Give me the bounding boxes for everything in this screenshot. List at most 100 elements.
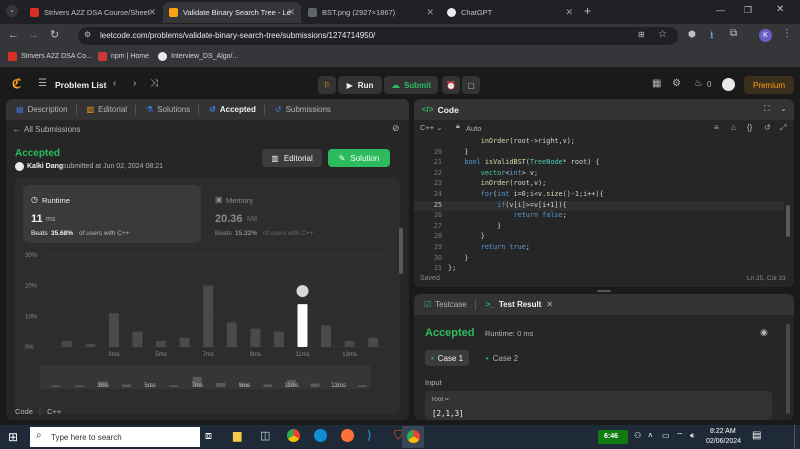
bar[interactable] bbox=[61, 340, 72, 347]
code-line[interactable]: 26 return false; bbox=[414, 211, 784, 222]
bar[interactable] bbox=[368, 337, 379, 347]
auto-mode-label[interactable]: Auto bbox=[466, 124, 481, 133]
back-arrow-icon[interactable]: ← bbox=[12, 124, 21, 134]
task-view-icon[interactable]: ⧈ bbox=[205, 430, 212, 443]
debug-button[interactable]: ⚐ bbox=[318, 76, 336, 94]
code-line[interactable]: 28 } bbox=[414, 232, 784, 243]
braces-icon[interactable]: {} bbox=[747, 123, 752, 132]
shuffle-icon[interactable]: ⤨ bbox=[150, 78, 158, 89]
editorial-button[interactable]: ▥ Editorial bbox=[262, 149, 322, 167]
leetcode-logo-icon[interactable]: ℭ bbox=[12, 76, 21, 92]
forward-icon[interactable]: → bbox=[28, 29, 39, 41]
battery-widget[interactable]: 6:46 bbox=[598, 430, 628, 444]
case-2-tab[interactable]: • Case 2 bbox=[480, 350, 524, 366]
memory-card[interactable]: ▣ Memory 20.36 MB Beats 15.32% of users … bbox=[207, 185, 387, 243]
bookmark-item[interactable]: Interview_DS_Algo/... bbox=[158, 52, 238, 61]
download-icon[interactable]: ⭳ bbox=[710, 28, 714, 45]
streak-fire-icon[interactable]: ♨ bbox=[694, 78, 703, 89]
browser-tab[interactable]: Strivers A2Z DSA Course/Sheet ✕ bbox=[24, 2, 162, 23]
people-icon[interactable]: ⚇ bbox=[634, 431, 641, 440]
reload-icon[interactable]: ↻ bbox=[50, 28, 59, 41]
bar[interactable] bbox=[203, 285, 214, 347]
submit-button[interactable]: ☁ Submit bbox=[384, 76, 438, 94]
minimize-icon[interactable]: — bbox=[716, 5, 725, 15]
username[interactable]: Kalki Dang bbox=[27, 163, 63, 170]
tab-editorial[interactable]: ▥ Editorial bbox=[87, 105, 127, 114]
code-line[interactable]: 29 return true; bbox=[414, 243, 784, 254]
restore-icon[interactable]: ❐ bbox=[744, 5, 752, 16]
run-button[interactable]: ▶ Run bbox=[338, 76, 382, 94]
timer-button[interactable]: ⏰ bbox=[442, 76, 460, 94]
layout-icon[interactable]: ▦ bbox=[652, 78, 661, 89]
file-explorer-icon[interactable]: ▆ bbox=[233, 429, 241, 442]
code-line[interactable]: 24 for(int i=0;i<v.size()-1;i++){ bbox=[414, 190, 784, 201]
bar[interactable] bbox=[85, 343, 96, 347]
notes-button[interactable]: ▢ bbox=[462, 76, 480, 94]
notification-icon[interactable]: ▤ bbox=[752, 430, 761, 441]
extension-icon[interactable]: ⬢ bbox=[688, 29, 696, 40]
close-tab-icon[interactable]: ✕ bbox=[546, 300, 553, 309]
language-select[interactable]: C++ ⌄ bbox=[420, 123, 443, 132]
prev-problem-icon[interactable]: ‹ bbox=[113, 78, 116, 89]
close-window-icon[interactable]: ✕ bbox=[776, 4, 784, 15]
case-1-tab[interactable]: • Case 1 bbox=[425, 350, 469, 366]
translate-icon[interactable]: ⊞ bbox=[638, 30, 645, 39]
bar[interactable] bbox=[321, 325, 332, 347]
close-tab-icon[interactable]: ✕ bbox=[426, 7, 434, 18]
collapse-icon[interactable]: ⌄ bbox=[780, 104, 787, 113]
problem-list-icon[interactable]: ☰ bbox=[38, 78, 47, 89]
bookmark-item[interactable]: npm | Home bbox=[98, 52, 149, 61]
next-problem-icon[interactable]: › bbox=[133, 78, 136, 89]
problem-list-link[interactable]: Problem List bbox=[55, 80, 106, 90]
windows-start-icon[interactable]: ⊞ bbox=[8, 430, 18, 444]
bar[interactable] bbox=[179, 337, 190, 347]
bookmark-icon[interactable]: ⌂ bbox=[731, 123, 736, 132]
settings-gear-icon[interactable]: ⚙ bbox=[672, 78, 681, 89]
code-line[interactable]: 21 bool isValidBST(TreeNode* root) { bbox=[414, 158, 784, 169]
solution-button[interactable]: ✎ Solution bbox=[328, 149, 390, 167]
bar-highlighted[interactable] bbox=[297, 304, 308, 347]
menu-kebab-icon[interactable]: ⋮ bbox=[782, 28, 792, 39]
bar[interactable] bbox=[108, 313, 119, 347]
code-line[interactable]: 30 } bbox=[414, 254, 784, 265]
new-tab-icon[interactable]: + bbox=[584, 4, 591, 18]
editor-scrollbar[interactable] bbox=[786, 205, 790, 237]
format-icon[interactable]: ≡ bbox=[714, 123, 719, 132]
firefox-icon[interactable] bbox=[341, 429, 354, 442]
close-tab-icon[interactable]: ✕ bbox=[148, 7, 156, 18]
close-tab-icon[interactable]: ✕ bbox=[287, 7, 295, 18]
eye-icon[interactable]: ◉ bbox=[760, 327, 768, 338]
runtime-range-selector[interactable]: 3ms 5ms 7ms 9ms 11ms 13ms bbox=[40, 365, 370, 389]
tab-accepted[interactable]: ↺ Accepted bbox=[209, 105, 256, 114]
share-link-icon[interactable]: ⊘ bbox=[392, 123, 400, 134]
chrome-active-icon[interactable] bbox=[402, 426, 424, 448]
tab-submissions[interactable]: ↺ Submissions bbox=[275, 105, 331, 114]
tab-testcase[interactable]: ☑ Testcase bbox=[424, 300, 467, 309]
code-area[interactable]: inOrder(root->right,v); 20 } 21 bool isVal… bbox=[414, 137, 784, 272]
fullscreen-icon[interactable]: ⤢ bbox=[780, 123, 786, 133]
address-bar[interactable]: ⚙ leetcode.com/problems/validate-binary-… bbox=[78, 27, 678, 45]
bar[interactable] bbox=[226, 322, 237, 347]
browser-tab[interactable]: ChatGPT ✕ bbox=[441, 2, 579, 23]
code-line[interactable]: 23 inOrder(root,v); bbox=[414, 179, 784, 190]
edge-icon[interactable] bbox=[314, 429, 327, 442]
code-line[interactable]: 20 } bbox=[414, 148, 784, 159]
browser-tab-active[interactable]: Validate Binary Search Tree - Le ✕ bbox=[163, 2, 301, 23]
code-line[interactable]: inOrder(root->right,v); bbox=[414, 137, 784, 148]
profile-avatar[interactable]: K bbox=[759, 29, 772, 42]
vscode-icon[interactable]: ⟩ bbox=[367, 428, 372, 442]
puzzle-icon[interactable]: ⧉ bbox=[730, 28, 737, 39]
code-line[interactable]: 22 vector<int> v; bbox=[414, 169, 784, 180]
bar[interactable] bbox=[273, 331, 284, 347]
browser-tab[interactable]: BST.png (2927×1867) ✕ bbox=[302, 2, 440, 23]
clock-date[interactable]: 02/06/2024 bbox=[706, 438, 741, 445]
tray-chevron-icon[interactable]: ˄ bbox=[648, 431, 653, 440]
result-scrollbar[interactable] bbox=[786, 324, 790, 414]
back-icon[interactable]: ← bbox=[8, 29, 19, 41]
tab-solutions[interactable]: ⚗ Solutions bbox=[146, 105, 190, 114]
bookmark-star-icon[interactable]: ☆ bbox=[658, 29, 667, 40]
camera-app-icon[interactable]: ◫ bbox=[260, 429, 270, 442]
user-avatar[interactable] bbox=[722, 78, 735, 91]
tab-test-result[interactable]: >_ Test Result ✕ bbox=[486, 300, 553, 309]
tab-search-icon[interactable]: ⌄ bbox=[6, 5, 18, 17]
